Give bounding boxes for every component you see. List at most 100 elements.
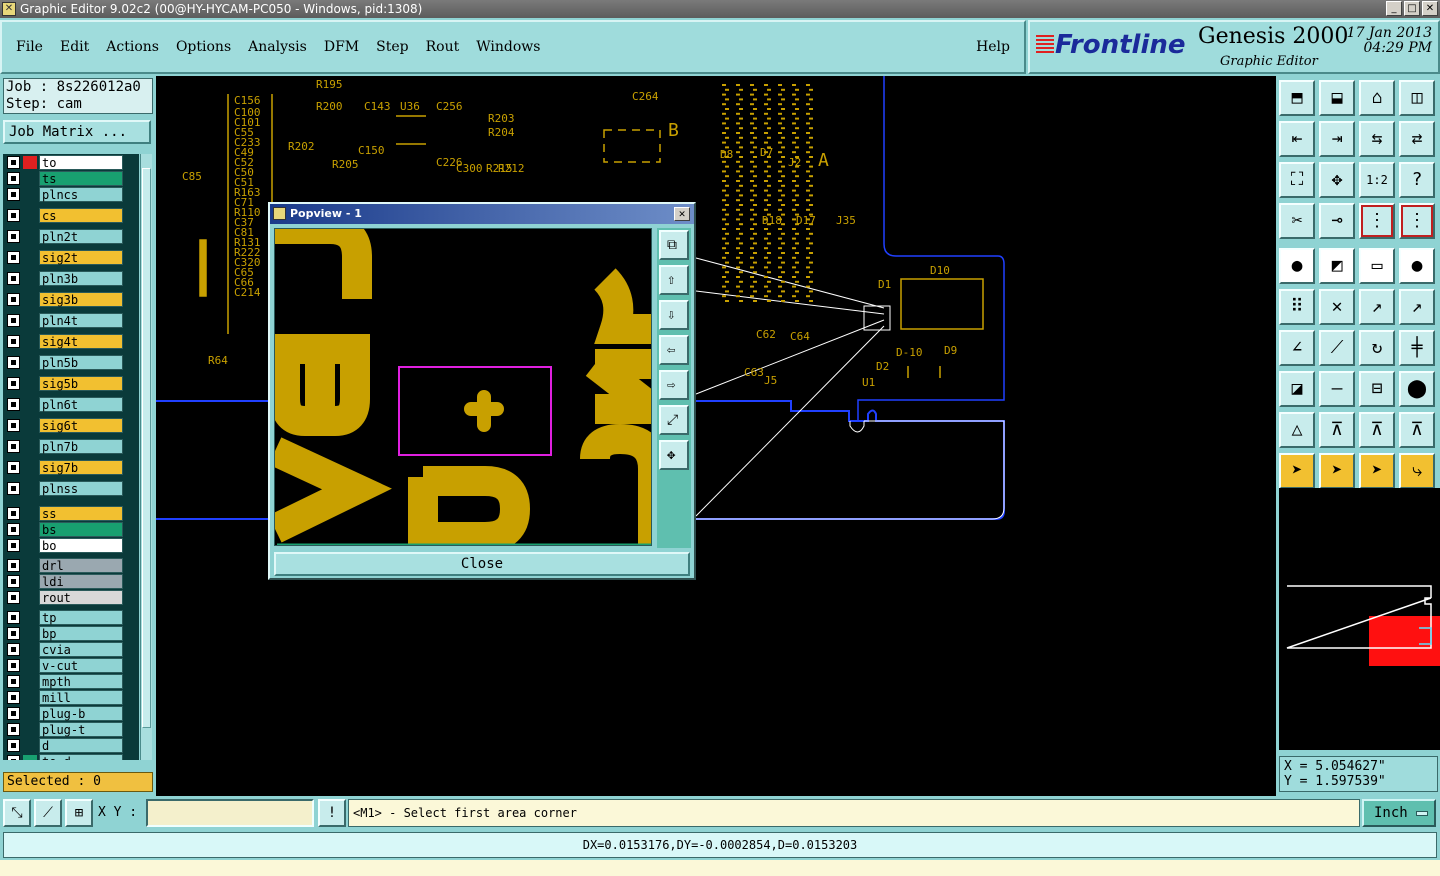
minimize-button[interactable]: _ (1386, 1, 1402, 16)
layer-row-plug-b[interactable]: plug-b (3, 705, 139, 721)
layer-row-sig3b[interactable]: sig3b (3, 291, 139, 307)
layer-color-swatch[interactable] (23, 691, 37, 704)
layer-name[interactable]: to_d (39, 754, 123, 760)
query-icon[interactable]: ? (1399, 162, 1435, 198)
net-highlight-icon[interactable]: ⋮ (1359, 203, 1395, 239)
layer-checkbox[interactable] (7, 707, 20, 720)
angle-icon[interactable]: ∠ (1279, 330, 1315, 366)
layer-color-swatch[interactable] (23, 611, 37, 624)
flip-icon[interactable]: ⇆ (1359, 121, 1395, 157)
triangle-b-icon[interactable]: ⊼ (1359, 412, 1395, 448)
menu-windows[interactable]: Windows (476, 39, 540, 55)
layer-color-swatch[interactable] (23, 659, 37, 672)
layer-checkbox[interactable] (7, 611, 20, 624)
layer-name[interactable]: sig5b (39, 376, 123, 391)
layer-name[interactable]: sig4t (39, 334, 123, 349)
layer-row-plnss[interactable]: plnss (3, 480, 139, 496)
layer-checkbox[interactable] (7, 659, 20, 672)
zoom-window-icon[interactable]: ⧉ (659, 230, 689, 260)
layer-color-swatch[interactable] (23, 575, 37, 588)
layer-name[interactable]: pln3b (39, 271, 123, 286)
layer-name[interactable]: ldi (39, 574, 123, 589)
layer-name[interactable]: cs (39, 208, 123, 223)
unit-selector[interactable]: Inch (1362, 799, 1436, 827)
layer-name[interactable]: ss (39, 506, 123, 521)
layer-checkbox[interactable] (7, 398, 20, 411)
net-compare-icon[interactable]: ⋮ (1399, 203, 1435, 239)
home-icon[interactable]: ⌂ (1359, 80, 1395, 116)
layer-color-swatch[interactable] (23, 627, 37, 640)
layer-color-swatch[interactable] (23, 440, 37, 453)
layer-name[interactable]: sig7b (39, 460, 123, 475)
job-matrix-button[interactable]: Job Matrix ... (3, 120, 151, 144)
layer-row-sig4t[interactable]: sig4t (3, 333, 139, 349)
layer-row-plug-t[interactable]: plug-t (3, 721, 139, 737)
layer-name[interactable]: cvia (39, 642, 123, 657)
fit-icon[interactable]: ⛶ (1279, 162, 1315, 198)
slash-icon[interactable]: ⟋ (1319, 330, 1355, 366)
menu-file[interactable]: File (16, 39, 43, 55)
menu-edit[interactable]: Edit (60, 39, 89, 55)
layer-row-pln3b[interactable]: pln3b (3, 270, 139, 286)
layer-row-bo[interactable]: bo (3, 537, 139, 553)
measure-diagonal-icon[interactable]: ⟋ (34, 799, 62, 827)
triangle-icon[interactable]: △ (1279, 412, 1315, 448)
layer-color-swatch[interactable] (23, 188, 37, 201)
layer-name[interactable]: d (39, 738, 123, 753)
layer-checkbox[interactable] (7, 335, 20, 348)
layer-checkbox[interactable] (7, 293, 20, 306)
layer-name[interactable]: mill (39, 690, 123, 705)
layer-color-swatch[interactable] (23, 482, 37, 495)
alert-icon[interactable]: ! (318, 799, 346, 827)
layer-row-pln5b[interactable]: pln5b (3, 354, 139, 370)
layer-row-pln7b[interactable]: pln7b (3, 438, 139, 454)
menu-step[interactable]: Step (376, 39, 408, 55)
layer-color-swatch[interactable] (23, 675, 37, 688)
popview-canvas[interactable] (274, 228, 652, 546)
menu-options[interactable]: Options (176, 39, 231, 55)
layer-row-bp[interactable]: bp (3, 625, 139, 641)
dot-icon[interactable]: ● (1399, 248, 1435, 284)
layer-row-mpth[interactable]: mpth (3, 673, 139, 689)
layer-color-swatch[interactable] (23, 230, 37, 243)
layer-name[interactable]: rout (39, 590, 123, 605)
layer-name[interactable]: ts (39, 171, 123, 186)
layer-name[interactable]: bs (39, 522, 123, 537)
layer-color-swatch[interactable] (23, 755, 37, 760)
zoom-home-icon[interactable]: ✥ (659, 440, 689, 470)
layer-row-cvia[interactable]: cvia (3, 641, 139, 657)
drc-icon[interactable]: ◩ (1319, 248, 1355, 284)
layer-color-swatch[interactable] (23, 335, 37, 348)
layer-checkbox[interactable] (7, 591, 20, 604)
layer-row-to[interactable]: to (3, 154, 139, 170)
layer-row-drl[interactable]: drl (3, 557, 139, 573)
layer-checkbox[interactable] (7, 739, 20, 752)
layer-row-pln6t[interactable]: pln6t (3, 396, 139, 412)
layer-checkbox[interactable] (7, 643, 20, 656)
xy-input[interactable] (146, 799, 314, 827)
layer-color-swatch[interactable] (23, 398, 37, 411)
layer-checkbox[interactable] (7, 482, 20, 495)
layer-name[interactable]: to (39, 155, 123, 170)
layer-row-pln2t[interactable]: pln2t (3, 228, 139, 244)
layer-color-swatch[interactable] (23, 461, 37, 474)
layer-scrollbar[interactable] (140, 154, 152, 760)
route-pointer-icon[interactable]: ⤷ (1399, 453, 1435, 489)
layer-row-mill[interactable]: mill (3, 689, 139, 705)
layer-row-to_d[interactable]: to_d (3, 753, 139, 760)
layer-name[interactable]: mpth (39, 674, 123, 689)
layer-checkbox[interactable] (7, 209, 20, 222)
pointer-box-icon[interactable]: ➤ (1319, 453, 1355, 489)
snap-pad-icon[interactable]: ⊸ (1319, 203, 1355, 239)
layer-name[interactable]: pln6t (39, 397, 123, 412)
measure-icon[interactable]: ✂ (1279, 203, 1315, 239)
layer-name[interactable]: tp (39, 610, 123, 625)
layer-name[interactable]: bp (39, 626, 123, 641)
layer-name[interactable]: plnss (39, 481, 123, 496)
layer-color-swatch[interactable] (23, 419, 37, 432)
popview-close-icon[interactable]: ✕ (674, 207, 690, 221)
pad-select-icon[interactable]: ● (1279, 248, 1315, 284)
layer-row-tp[interactable]: tp (3, 609, 139, 625)
layer-row-pln4t[interactable]: pln4t (3, 312, 139, 328)
layer-color-swatch[interactable] (23, 172, 37, 185)
